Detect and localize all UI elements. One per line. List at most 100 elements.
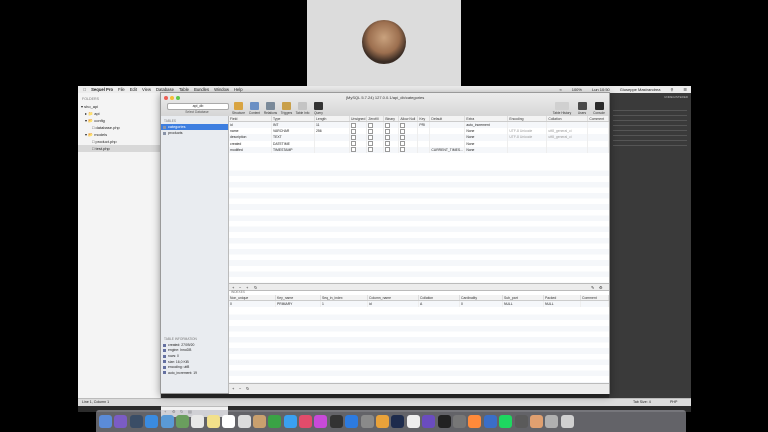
default-cell[interactable]: CURRENT_TIMES...: [429, 146, 466, 153]
refresh-icon[interactable]: ↻: [246, 386, 249, 391]
gear-icon[interactable]: ⚙: [599, 285, 603, 290]
zerofill-checkbox[interactable]: [366, 121, 385, 129]
notes-icon[interactable]: [206, 415, 220, 428]
table-history-button[interactable]: Table History: [551, 102, 573, 115]
non-unique-cell[interactable]: 0: [229, 300, 276, 308]
add-field-button[interactable]: +: [232, 285, 234, 290]
tree-item-product-php[interactable]: □ product.php: [78, 138, 160, 145]
allow-null-checkbox[interactable]: [398, 146, 419, 153]
index-comment-cell[interactable]: [580, 300, 609, 308]
calendar-icon[interactable]: [191, 415, 205, 428]
length-cell[interactable]: [314, 146, 350, 153]
table-row[interactable]: modified TIMESTAMP CURRENT_TIMES... None: [229, 146, 609, 153]
add-index-button[interactable]: +: [232, 386, 234, 391]
downloads-folder-icon[interactable]: [545, 415, 559, 428]
tree-item-models[interactable]: ▾ 📂 models: [78, 131, 160, 138]
terminal-icon[interactable]: [437, 415, 451, 428]
zoom-icon[interactable]: [483, 415, 497, 428]
music-icon[interactable]: [299, 415, 313, 428]
reminders-icon[interactable]: [222, 415, 236, 428]
sub-part-cell[interactable]: NULL: [502, 300, 544, 308]
content-button[interactable]: Content: [247, 102, 262, 115]
disk-utility-icon[interactable]: [452, 415, 466, 428]
collation-cell[interactable]: [546, 121, 589, 129]
sublime-text-icon[interactable]: [468, 415, 482, 428]
safari-icon[interactable]: [145, 415, 159, 428]
menu-view[interactable]: View: [142, 87, 151, 92]
tree-item-database-php[interactable]: □ database.php: [78, 124, 160, 131]
relations-button[interactable]: Relations: [263, 102, 278, 115]
encoding-cell[interactable]: [507, 146, 548, 153]
trash-icon[interactable]: [560, 415, 574, 428]
collation-cell[interactable]: [546, 146, 589, 153]
sequel-pro-icon[interactable]: [376, 415, 390, 428]
allow-null-checkbox[interactable]: [398, 121, 419, 129]
table-row[interactable]: 0 PRIMARY 1 id A 0 NULL NULL: [229, 300, 609, 308]
field-cell[interactable]: id: [229, 121, 272, 129]
table-info-button[interactable]: Table Info: [295, 102, 310, 115]
tree-item-root[interactable]: ▾ sho_api: [78, 103, 160, 110]
remove-field-button[interactable]: −: [239, 285, 241, 290]
tree-item-test-php[interactable]: □ test.php: [78, 145, 160, 152]
unsigned-checkbox[interactable]: [349, 121, 368, 129]
column-name-cell[interactable]: id: [367, 300, 419, 308]
comment-cell[interactable]: [587, 146, 609, 153]
structure-button[interactable]: Structure: [231, 102, 246, 115]
spotify-icon[interactable]: [499, 415, 513, 428]
console-button[interactable]: Console: [591, 102, 607, 115]
tree-item-config[interactable]: ▾ 📂 config: [78, 117, 160, 124]
syntax-mode[interactable]: PHP: [670, 400, 677, 404]
type-cell[interactable]: TIMESTAMP: [271, 146, 315, 153]
finder-icon[interactable]: [99, 415, 112, 428]
chrome-icon[interactable]: [406, 415, 420, 428]
binary-checkbox[interactable]: [383, 121, 400, 129]
maps-icon[interactable]: [175, 415, 189, 428]
tab-size[interactable]: Tab Size: 4: [633, 400, 651, 404]
apple-icon[interactable]: : [83, 87, 86, 92]
users-button[interactable]: Users: [575, 102, 589, 115]
tree-item-api[interactable]: ▸ 📁 api: [78, 110, 160, 117]
triggers-button[interactable]: Triggers: [279, 102, 294, 115]
siri-icon[interactable]: [114, 415, 128, 428]
table-row[interactable]: id INT 11 PRI auto_increment: [229, 121, 609, 129]
packed-cell[interactable]: NULL: [543, 300, 581, 308]
refresh-icon[interactable]: ↻: [254, 285, 257, 290]
app-store-icon[interactable]: [345, 415, 359, 428]
cardinality-cell[interactable]: 0: [459, 300, 503, 308]
unsigned-checkbox[interactable]: [349, 146, 368, 153]
photoshop-icon[interactable]: [391, 415, 405, 428]
menu-edit[interactable]: Edit: [130, 87, 137, 92]
query-button[interactable]: Query: [311, 102, 326, 115]
database-select[interactable]: api_db: [167, 103, 229, 110]
field-cell[interactable]: modified: [229, 146, 272, 153]
facetime-icon[interactable]: [268, 415, 282, 428]
menu-app-name[interactable]: Sequel Pro: [91, 87, 113, 92]
tv-icon[interactable]: [329, 415, 343, 428]
preview-icon[interactable]: [529, 415, 543, 428]
menu-list-icon[interactable]: ☰: [683, 87, 687, 92]
duplicate-field-button[interactable]: +: [246, 285, 248, 290]
podcasts-icon[interactable]: [314, 415, 328, 428]
default-cell[interactable]: [429, 121, 466, 129]
screenshot-icon[interactable]: [514, 415, 528, 428]
minimap[interactable]: [613, 106, 687, 146]
key-name-cell[interactable]: PRIMARY: [275, 300, 321, 308]
table-item-products[interactable]: products: [161, 130, 228, 136]
edit-icon[interactable]: ✎: [591, 285, 594, 290]
extra-cell[interactable]: None: [464, 146, 509, 153]
cake-icon[interactable]: [252, 415, 266, 428]
menu-file[interactable]: File: [118, 87, 125, 92]
length-cell[interactable]: 11: [314, 121, 350, 129]
type-cell[interactable]: INT: [271, 121, 315, 129]
zerofill-checkbox[interactable]: [366, 146, 385, 153]
launchpad-icon[interactable]: [129, 415, 143, 428]
search-icon[interactable]: ⚲: [670, 87, 673, 92]
messages-icon[interactable]: [283, 415, 297, 428]
mail-icon[interactable]: [160, 415, 174, 428]
extra-cell[interactable]: auto_increment: [464, 121, 509, 129]
photos-icon[interactable]: [237, 415, 251, 428]
encoding-cell[interactable]: [507, 121, 548, 129]
seq-cell[interactable]: 1: [320, 300, 368, 308]
remove-index-button[interactable]: −: [239, 386, 241, 391]
comment-cell[interactable]: [587, 121, 609, 129]
